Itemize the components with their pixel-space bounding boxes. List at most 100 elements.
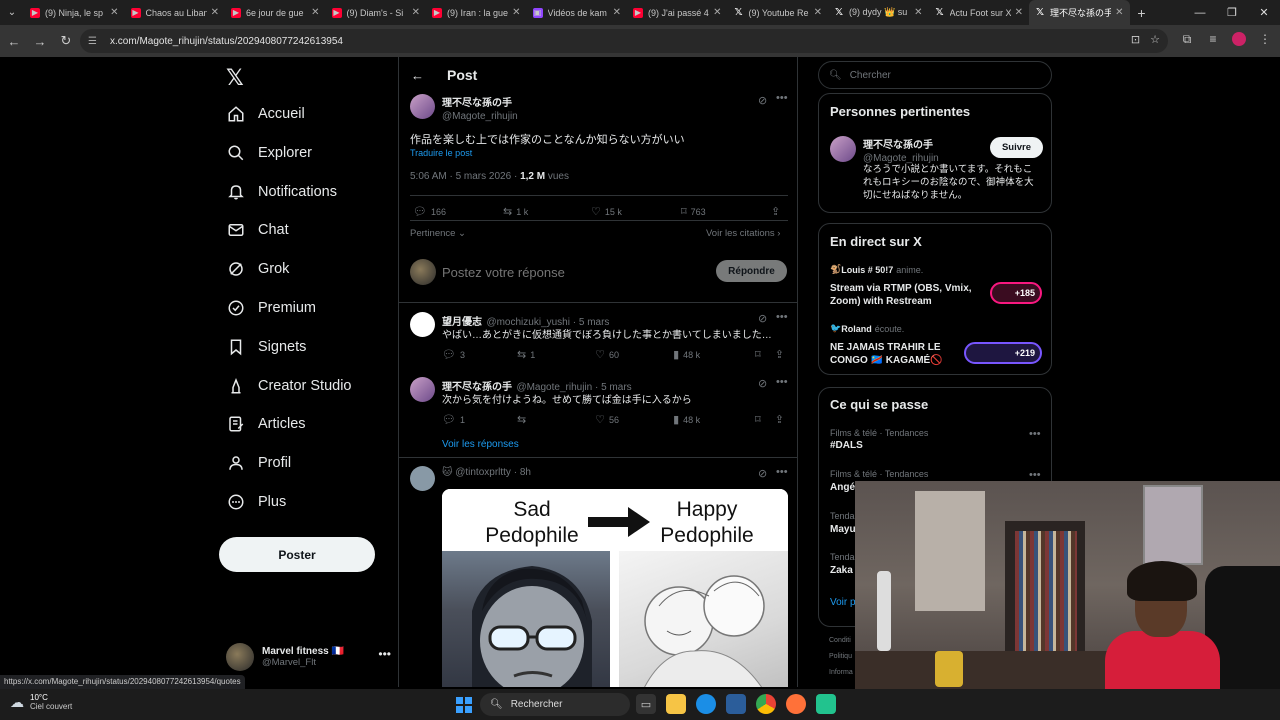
live-title[interactable]: NE JAMAIS TRAHIR LE CONGO 🇨🇩 KAGAMÉ🚫 xyxy=(830,341,980,367)
address-bar[interactable]: ☰ x.com/Magote_rihujin/status/2029408077… xyxy=(80,29,1168,53)
trend-item[interactable]: Mayu xyxy=(830,524,856,535)
file-explorer-icon[interactable] xyxy=(666,694,686,714)
more-icon[interactable]: ••• xyxy=(1029,428,1041,440)
avatar[interactable] xyxy=(410,312,435,337)
back-arrow-icon[interactable]: ← xyxy=(411,68,431,83)
avatar[interactable] xyxy=(830,136,856,162)
reply-submit-button[interactable]: Répondre xyxy=(716,260,787,282)
avatar[interactable] xyxy=(410,377,435,402)
bookmark-button[interactable]: ⌑ xyxy=(755,413,775,426)
task-view-icon[interactable]: ▭ xyxy=(636,694,656,714)
install-app-icon[interactable]: ⊡ xyxy=(1131,33,1140,46)
close-tab-icon[interactable]: ✕ xyxy=(1015,7,1023,18)
footer-link[interactable]: Conditi xyxy=(829,633,853,649)
nav-item-articles[interactable]: Articles xyxy=(226,409,306,439)
more-icon[interactable]: ••• xyxy=(776,376,788,388)
sort-dropdown[interactable]: Pertinence ⌄ xyxy=(410,228,466,239)
browser-menu-icon[interactable]: ⋮ xyxy=(1258,32,1272,49)
account-switcher[interactable]: Marvel fitness 🇫🇷 @Marvel_Flt ••• xyxy=(226,641,391,673)
close-tab-icon[interactable]: ✕ xyxy=(914,7,922,18)
nav-item-signets[interactable]: Signets xyxy=(226,332,306,362)
repost-button[interactable]: ⇆ xyxy=(517,413,595,426)
close-window-icon[interactable]: ✕ xyxy=(1248,0,1280,25)
close-tab-icon[interactable]: ✕ xyxy=(512,7,520,18)
like-button[interactable]: ♡ 15 k xyxy=(591,205,681,218)
avatar[interactable] xyxy=(410,466,435,491)
store-icon[interactable] xyxy=(726,694,746,714)
firefox-icon[interactable] xyxy=(786,694,806,714)
footer-link[interactable]: Politiqu xyxy=(829,649,853,665)
restore-icon[interactable]: ❐ xyxy=(1216,0,1248,25)
more-icon[interactable]: ••• xyxy=(776,92,788,104)
like-button[interactable]: ♡ 60 xyxy=(595,348,673,361)
browser-tab[interactable]: ▶ (9) J'ai passé 4 ✕ xyxy=(627,0,728,25)
browser-tab[interactable]: ▶ (9) Iran : la gue ✕ xyxy=(426,0,527,25)
extensions-icon[interactable]: ⧉ xyxy=(1180,32,1194,49)
nav-item-creator-studio[interactable]: Creator Studio xyxy=(226,371,352,401)
grok-icon[interactable]: ⊘ xyxy=(758,94,767,107)
follow-button[interactable]: Suivre xyxy=(990,137,1043,158)
close-tab-icon[interactable]: ✕ xyxy=(311,7,319,18)
close-tab-icon[interactable]: ✕ xyxy=(110,7,118,18)
live-listeners-badge[interactable]: +219 xyxy=(964,342,1042,364)
reply-meta[interactable]: 🐱 @tintoxprltty · 8h xyxy=(442,467,531,478)
share-button[interactable]: ⇪ xyxy=(775,348,788,361)
browser-tab[interactable]: 𝕏 理不尽な孫の手 ✕ xyxy=(1029,0,1130,25)
reload-icon[interactable]: ↻ xyxy=(54,29,78,53)
close-tab-icon[interactable]: ✕ xyxy=(713,7,721,18)
trend-item[interactable]: Angé xyxy=(830,482,855,493)
x-logo-icon[interactable]: 𝕏 xyxy=(226,65,244,91)
browser-tab[interactable]: 𝕏 Actu Foot sur X ✕ xyxy=(929,0,1030,25)
nav-item-explorer[interactable]: Explorer xyxy=(226,138,312,168)
translate-link[interactable]: Traduire le post xyxy=(410,148,472,158)
taskbar-search[interactable]: 🔍︎ Rechercher xyxy=(480,693,630,716)
reply-button[interactable]: 💬︎ 166 xyxy=(413,205,503,218)
browser-tab[interactable]: ▣ Vidéos de kam ✕ xyxy=(527,0,628,25)
quotes-link[interactable]: Voir les citations › xyxy=(706,228,780,239)
repost-button[interactable]: ⇆ 1 xyxy=(517,348,595,361)
reply-button[interactable]: 💬︎ 1 xyxy=(442,413,517,426)
app-icon[interactable] xyxy=(816,694,836,714)
post-time[interactable]: 5:06 AM · 5 mars 2026 · xyxy=(410,171,520,182)
trend-item[interactable]: #DALS xyxy=(830,440,863,451)
footer-link[interactable]: Informa xyxy=(829,665,853,681)
close-tab-icon[interactable]: ✕ xyxy=(814,7,822,18)
chrome-icon[interactable] xyxy=(756,694,776,714)
more-icon[interactable]: ••• xyxy=(776,466,788,478)
bookmark-button[interactable]: ⌑ xyxy=(755,348,775,361)
live-title[interactable]: Stream via RTMP (OBS, Vmix, Zoom) with R… xyxy=(830,282,980,308)
views-button[interactable]: ▮ 48 k xyxy=(673,413,755,426)
trend-item[interactable]: Zaka xyxy=(830,565,853,576)
bookmark-button[interactable]: ⌑ 763 xyxy=(681,205,771,218)
avatar[interactable] xyxy=(410,94,435,119)
nav-item-premium[interactable]: Premium xyxy=(226,293,316,323)
views-button[interactable]: ▮ 48 k xyxy=(673,348,755,361)
share-button[interactable]: ⇪ xyxy=(771,205,784,218)
show-replies-link[interactable]: Voir les réponses xyxy=(442,439,519,450)
tab-search-chevron-icon[interactable]: ⌄ xyxy=(0,0,24,25)
repost-button[interactable]: ⇆ 1 k xyxy=(503,205,591,218)
forward-icon[interactable]: → xyxy=(28,29,52,53)
nav-item-plus[interactable]: Plus xyxy=(226,487,286,517)
search-input[interactable] xyxy=(849,69,1030,81)
browser-tab[interactable]: 𝕏 (9) dydy 👑 su ✕ xyxy=(828,0,929,25)
nav-item-profil[interactable]: Profil xyxy=(226,448,291,478)
new-tab-button[interactable]: + xyxy=(1130,5,1154,21)
nav-item-chat[interactable]: Chat xyxy=(226,215,289,245)
author-name[interactable]: 理不尽な孫の手 xyxy=(442,94,518,109)
live-host-row[interactable]: 🐒 Louis # 50!7 anime. xyxy=(830,264,923,275)
site-info-icon[interactable]: ☰ xyxy=(88,36,102,47)
windows-start-icon[interactable] xyxy=(456,697,472,713)
grok-icon[interactable]: ⊘ xyxy=(758,467,767,480)
edge-icon[interactable] xyxy=(696,694,716,714)
post-image[interactable]: Sad Pedophile Happy Pedophile xyxy=(442,489,788,687)
browser-tab[interactable]: ▶ (9) Diam's - Si ✕ xyxy=(326,0,427,25)
browser-tab[interactable]: 𝕏 (9) Youtube Re ✕ xyxy=(728,0,829,25)
see-more-link[interactable]: Voir p xyxy=(830,597,856,608)
grok-icon[interactable]: ⊘ xyxy=(758,377,767,390)
share-button[interactable]: ⇪ xyxy=(775,413,788,426)
browser-tab[interactable]: ▶ (9) Ninja, le sp ✕ xyxy=(24,0,125,25)
nav-item-grok[interactable]: Grok xyxy=(226,254,289,284)
minimize-icon[interactable]: — xyxy=(1184,0,1216,25)
user-identity[interactable]: 理不尽な孫の手 @Magote_rihujin xyxy=(863,136,939,164)
